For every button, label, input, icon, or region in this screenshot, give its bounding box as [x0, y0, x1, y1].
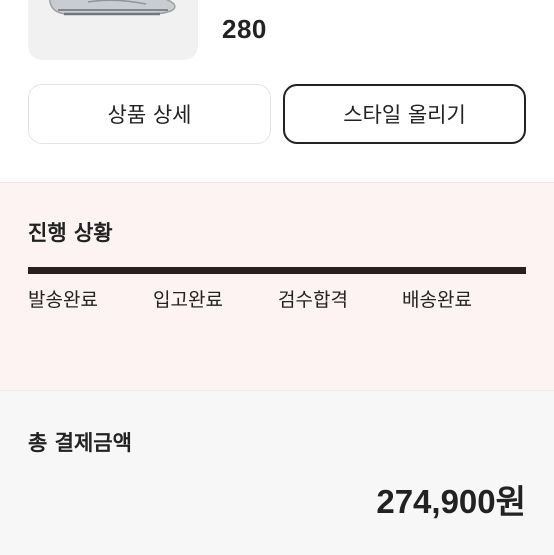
progress-step-received: 입고완료	[153, 289, 223, 311]
product-image[interactable]	[28, 0, 198, 60]
progress-bar	[28, 267, 526, 274]
total-payment-label: 총 결제금액	[28, 431, 132, 455]
total-payment-amount: 274,900원	[376, 483, 526, 520]
upload-style-label: 스타일 올리기	[343, 103, 466, 127]
progress-step-inspected: 검수합격	[278, 289, 348, 311]
progress-step-delivered: 배송완료	[402, 289, 472, 311]
product-summary: 280 상품 상세 스타일 올리기	[0, 0, 554, 182]
sneaker-image	[49, 0, 176, 16]
product-detail-label: 상품 상세	[107, 103, 192, 127]
progress-step-shipped: 발송완료	[28, 289, 98, 311]
product-size: 280	[222, 14, 267, 44]
progress-bar-fill	[28, 267, 526, 274]
progress-section: 진행 상황 발송완료 입고완료 검수합격 배송완료	[0, 182, 554, 391]
product-detail-button[interactable]: 상품 상세	[28, 84, 271, 144]
payment-section: 총 결제금액 274,900원	[0, 390, 554, 555]
upload-style-button[interactable]: 스타일 올리기	[283, 84, 526, 144]
progress-title: 진행 상황	[28, 221, 113, 245]
